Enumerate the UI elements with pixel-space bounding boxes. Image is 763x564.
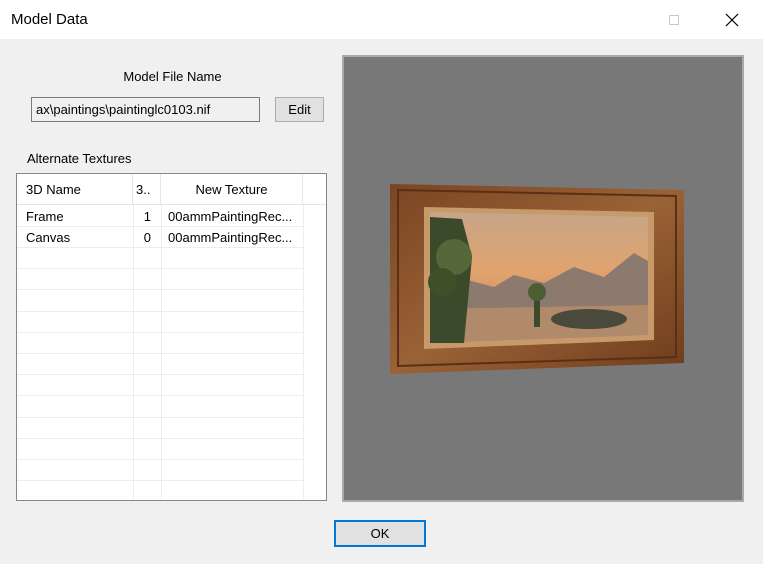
minimize-icon: [611, 19, 621, 21]
title-bar: Model Data: [0, 0, 763, 39]
column-header-new-texture[interactable]: New Texture: [161, 174, 303, 205]
grid-line: [17, 311, 303, 312]
model-file-name-label: Model File Name: [123, 69, 222, 84]
model-path-field[interactable]: ax\paintings\paintinglc0103.nif: [31, 97, 260, 122]
painting-render: [390, 184, 684, 374]
grid-line: [303, 205, 304, 500]
row-index: 0: [143, 230, 151, 245]
grid-line: [17, 268, 303, 269]
alternate-textures-list[interactable]: 3D Name 3.. New Texture Frame 1 00ammPai…: [16, 173, 327, 501]
close-icon: [725, 13, 739, 26]
row-index: 1: [143, 209, 151, 224]
alternate-textures-label: Alternate Textures: [27, 151, 132, 166]
grid-line: [17, 374, 303, 375]
ok-button[interactable]: OK: [334, 520, 426, 547]
close-button[interactable]: [703, 0, 761, 39]
row-3d-name: Canvas: [26, 230, 71, 245]
grid-line: [17, 459, 303, 460]
row-texture: 00ammPaintingRec...: [168, 230, 293, 245]
grid-line: [17, 438, 303, 439]
maximize-button[interactable]: [645, 0, 703, 39]
grid-line: [17, 289, 303, 290]
row-3d-name: Frame: [26, 209, 64, 224]
row-texture: 00ammPaintingRec...: [168, 209, 293, 224]
edit-button[interactable]: Edit: [275, 97, 324, 122]
model-preview-viewport[interactable]: [342, 55, 744, 502]
window-title: Model Data: [11, 11, 88, 28]
maximize-icon: [669, 14, 679, 25]
grid-line: [17, 353, 303, 354]
grid-line: [17, 480, 303, 481]
minimize-button[interactable]: [587, 0, 645, 39]
column-header-3d-name[interactable]: 3D Name: [17, 174, 133, 205]
grid-line: [17, 417, 303, 418]
column-header-filler: [303, 174, 326, 205]
column-header-index[interactable]: 3..: [133, 174, 161, 205]
grid-line: [17, 395, 303, 396]
grid-line: [17, 332, 303, 333]
